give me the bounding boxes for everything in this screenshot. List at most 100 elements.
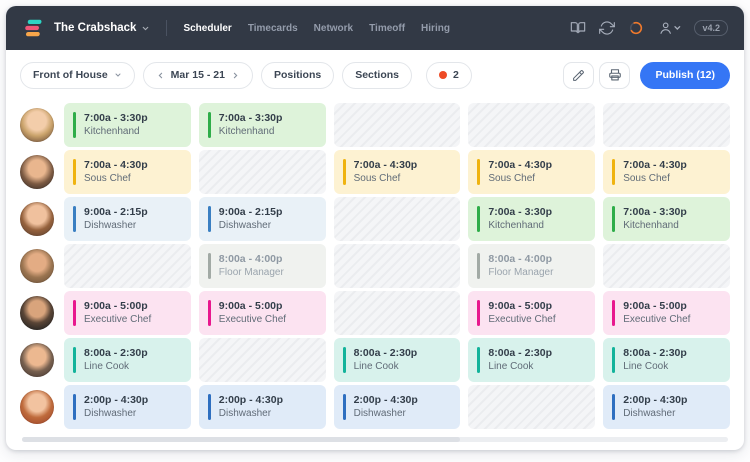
- empty-cell[interactable]: [468, 103, 596, 147]
- nav-item-timeoff[interactable]: Timeoff: [369, 23, 405, 34]
- shift-card[interactable]: 7:00a - 3:30p Kitchenhand: [64, 103, 191, 147]
- employee-row: 8:00a - 4:00p Floor Manager 8:00a - 4:00p F…: [20, 244, 730, 288]
- shift-role: Dishwasher: [218, 220, 272, 232]
- shift-card[interactable]: 7:00a - 3:30p Kitchenhand: [603, 197, 730, 241]
- shift-card[interactable]: 8:00a - 2:30p Line Cook: [468, 338, 596, 382]
- shift-card[interactable]: 2:00p - 4:30p Dishwasher: [64, 385, 191, 429]
- avatar[interactable]: [20, 202, 54, 236]
- top-nav-bar: The Crabshack Scheduler Timecards Networ…: [6, 6, 744, 50]
- print-button[interactable]: [599, 61, 631, 89]
- shift-time: 9:00a - 2:15p: [218, 205, 283, 218]
- schedule-grid: 7:00a - 3:30p Kitchenhand 7:00a - 3:30p Kit…: [6, 100, 744, 432]
- shift-card[interactable]: 7:00a - 3:30p Kitchenhand: [468, 197, 596, 241]
- department-selector[interactable]: Front of House: [20, 61, 135, 89]
- toolbar-right: Publish (12): [563, 61, 730, 89]
- avatar[interactable]: [20, 155, 54, 189]
- main-nav: Scheduler Timecards Network Timeoff Hiri…: [183, 23, 449, 34]
- sync-icon[interactable]: [599, 20, 616, 36]
- nav-item-network[interactable]: Network: [314, 23, 353, 34]
- chevron-left-icon[interactable]: [156, 71, 165, 80]
- date-range-nav: Mar 15 - 21: [142, 61, 253, 89]
- shift-time: 7:00a - 3:30p: [623, 205, 687, 218]
- employee-row: 9:00a - 5:00p Executive Chef 9:00a - 5:00p…: [20, 291, 730, 335]
- avatar[interactable]: [20, 343, 54, 377]
- nav-item-scheduler[interactable]: Scheduler: [183, 23, 231, 34]
- shift-card[interactable]: 2:00p - 4:30p Dishwasher: [333, 385, 461, 429]
- shift-card[interactable]: 2:00p - 4:30p Dishwasher: [603, 385, 730, 429]
- employee-row: 9:00a - 2:15p Dishwasher 9:00a - 2:15p Dish…: [20, 197, 730, 241]
- shift-card[interactable]: 9:00a - 5:00p Executive Chef: [64, 291, 191, 335]
- shift-card[interactable]: 8:00a - 2:30p Line Cook: [603, 338, 730, 382]
- empty-cell[interactable]: [333, 197, 461, 241]
- shift-card[interactable]: 7:00a - 4:30p Sous Chef: [64, 150, 191, 194]
- shift-role: Sous Chef: [84, 173, 131, 185]
- publish-button[interactable]: Publish (12): [640, 61, 730, 89]
- empty-cell[interactable]: [198, 150, 326, 194]
- horizontal-scrollbar[interactable]: [22, 437, 728, 442]
- shift-card[interactable]: 2:00p - 4:30p Dishwasher: [198, 385, 326, 429]
- sections-button[interactable]: Sections: [342, 61, 412, 89]
- chevron-down-icon: [115, 73, 121, 77]
- edit-icon: [573, 69, 585, 81]
- employee-row: 2:00p - 4:30p Dishwasher 2:00p - 4:30p Dish…: [20, 385, 730, 429]
- empty-cell[interactable]: [64, 244, 191, 288]
- shift-time: 8:00a - 4:00p: [488, 252, 553, 265]
- empty-cell[interactable]: [333, 244, 461, 288]
- scrollbar-thumb[interactable]: [22, 437, 460, 442]
- alerts-badge[interactable]: 2: [425, 61, 472, 89]
- company-selector[interactable]: The Crabshack: [54, 22, 150, 34]
- shift-time: 9:00a - 2:15p: [84, 205, 148, 218]
- chevron-down-icon: [143, 26, 149, 30]
- shift-card[interactable]: 9:00a - 5:00p Executive Chef: [468, 291, 596, 335]
- shift-role: Executive Chef: [218, 314, 287, 326]
- shift-role: Sous Chef: [488, 173, 536, 185]
- empty-cell[interactable]: [333, 103, 461, 147]
- positions-button[interactable]: Positions: [260, 61, 335, 89]
- employee-row: 7:00a - 4:30p Sous Chef 7:00a - 4:30p Sous …: [20, 150, 730, 194]
- empty-cell[interactable]: [333, 291, 461, 335]
- employee-row: 7:00a - 3:30p Kitchenhand 7:00a - 3:30p Kit…: [20, 103, 730, 147]
- shift-card[interactable]: 7:00a - 4:30p Sous Chef: [333, 150, 461, 194]
- shift-role: Floor Manager: [218, 267, 284, 279]
- shift-time: 9:00a - 5:00p: [623, 299, 687, 312]
- progress-ring-icon[interactable]: [628, 20, 644, 36]
- shift-card[interactable]: 8:00a - 4:00p Floor Manager: [198, 244, 326, 288]
- shift-time: 7:00a - 3:30p: [488, 205, 553, 218]
- shift-time: 2:00p - 4:30p: [353, 393, 418, 406]
- shift-role: Line Cook: [488, 361, 534, 373]
- avatar[interactable]: [20, 390, 54, 424]
- avatar[interactable]: [20, 249, 54, 283]
- empty-cell[interactable]: [468, 385, 596, 429]
- shift-time: 7:00a - 4:30p: [623, 158, 687, 171]
- user-menu-icon[interactable]: [657, 20, 681, 36]
- avatar[interactable]: [20, 108, 54, 142]
- shift-card[interactable]: 7:00a - 4:30p Sous Chef: [468, 150, 596, 194]
- shift-role: Kitchenhand: [218, 126, 275, 138]
- shift-time: 9:00a - 5:00p: [488, 299, 553, 312]
- edit-tools-button[interactable]: [563, 61, 595, 89]
- empty-cell[interactable]: [603, 103, 730, 147]
- shift-role: Line Cook: [84, 361, 130, 373]
- empty-cell[interactable]: [603, 244, 730, 288]
- app-window: The Crabshack Scheduler Timecards Networ…: [6, 6, 744, 450]
- shift-card[interactable]: 8:00a - 2:30p Line Cook: [333, 338, 461, 382]
- shift-card[interactable]: 7:00a - 3:30p Kitchenhand: [198, 103, 326, 147]
- shift-card[interactable]: 9:00a - 2:15p Dishwasher: [198, 197, 326, 241]
- nav-item-hiring[interactable]: Hiring: [421, 23, 450, 34]
- book-open-icon[interactable]: [570, 20, 586, 36]
- chevron-right-icon[interactable]: [231, 71, 240, 80]
- version-badge: v4.2: [694, 20, 728, 36]
- shift-role: Dishwasher: [218, 408, 272, 420]
- shift-role: Dishwasher: [84, 408, 137, 420]
- shift-card[interactable]: 9:00a - 5:00p Executive Chef: [603, 291, 730, 335]
- empty-cell[interactable]: [198, 338, 326, 382]
- shift-card[interactable]: 8:00a - 2:30p Line Cook: [64, 338, 191, 382]
- shift-time: 9:00a - 5:00p: [84, 299, 148, 312]
- shift-card[interactable]: 9:00a - 2:15p Dishwasher: [64, 197, 191, 241]
- avatar[interactable]: [20, 296, 54, 330]
- shift-role: Executive Chef: [623, 314, 691, 326]
- shift-card[interactable]: 9:00a - 5:00p Executive Chef: [198, 291, 326, 335]
- nav-item-timecards[interactable]: Timecards: [248, 23, 298, 34]
- shift-card[interactable]: 7:00a - 4:30p Sous Chef: [603, 150, 730, 194]
- shift-card[interactable]: 8:00a - 4:00p Floor Manager: [468, 244, 596, 288]
